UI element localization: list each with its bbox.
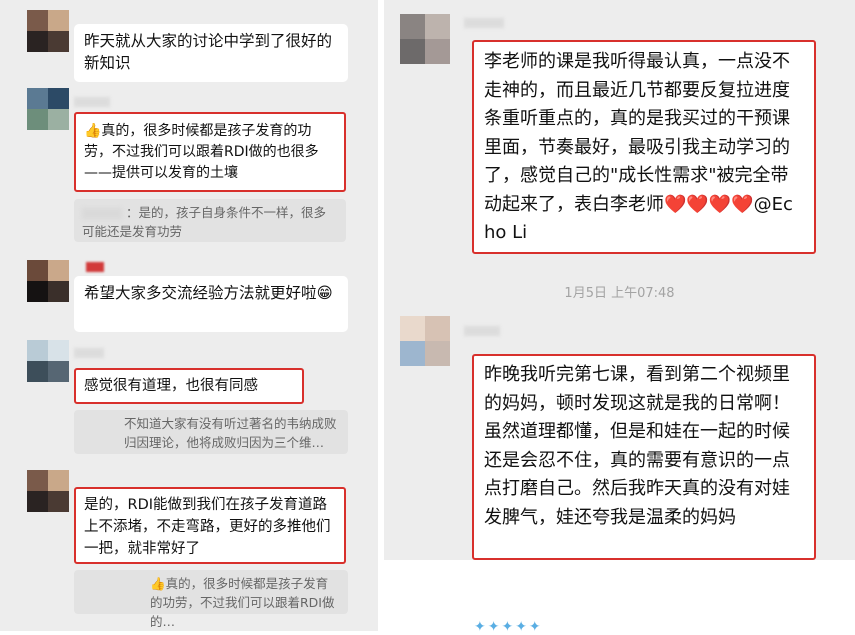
avatar[interactable] xyxy=(27,260,69,302)
sender-name-blurred xyxy=(74,348,104,358)
avatar[interactable] xyxy=(400,14,450,64)
quote-text: 👍真的，很多时候都是孩子发育的功劳，不过我们可以跟着RDI做的… xyxy=(150,576,335,629)
chat-bubble-highlighted[interactable]: 是的，RDI能做到我们在孩子发育道路上不添堵，不走弯路，更好的多推他们一把，就非… xyxy=(74,487,346,564)
message-text: 李老师的课是我听得最认真，一点没不走神的，而且最近几节都要反复拉进度条重听重点的… xyxy=(484,51,793,243)
chat-bubble-highlighted[interactable]: 👍真的，很多时候都是孩子发育的功劳，不过我们可以跟着RDI做的也很多——提供可以… xyxy=(74,112,346,192)
avatar[interactable] xyxy=(27,88,69,130)
quoted-reply[interactable]: 👍真的，很多时候都是孩子发育的功劳，不过我们可以跟着RDI做的… xyxy=(74,570,348,629)
quote-text: 不知道大家有没有听过著名的韦纳成败归因理论，他将成败归因为三个维… xyxy=(124,416,337,450)
sender-name-blurred xyxy=(86,262,104,272)
timestamp: 1月5日 上午07:48 xyxy=(564,286,675,301)
quoted-reply[interactable]: ：是的，孩子自身条件不一样，很多可能还是发育功劳 xyxy=(74,199,346,242)
message-text: 👍真的，很多时候都是孩子发育的功劳，不过我们可以跟着RDI做的也很多——提供可以… xyxy=(84,123,319,181)
message-text: 是的，RDI能做到我们在孩子发育道路上不添堵，不走弯路，更好的多推他们一把，就非… xyxy=(84,497,331,557)
avatar[interactable] xyxy=(27,470,69,512)
decorative-stars: ✦✦✦✦✦ xyxy=(474,619,543,635)
sender-name-blurred xyxy=(464,18,504,28)
left-chat-panel: 昨天就从大家的讨论中学到了很好的新知识 👍真的，很多时候都是孩子发育的功劳，不过… xyxy=(0,0,378,631)
message-text: 感觉很有道理，也很有同感 xyxy=(84,378,258,394)
avatar[interactable] xyxy=(400,316,450,366)
avatar[interactable] xyxy=(27,340,69,382)
quoted-name-blurred xyxy=(82,208,122,219)
avatar[interactable] xyxy=(27,10,69,52)
chat-bubble-highlighted[interactable]: 昨晚我听完第七课，看到第二个视频里的妈妈，顿时发现这就是我的日常啊！虽然道理都懂… xyxy=(472,354,816,560)
message-text: 希望大家多交流经验方法就更好啦😁 xyxy=(84,284,333,302)
chat-bubble[interactable]: 希望大家多交流经验方法就更好啦😁 xyxy=(74,276,348,332)
chat-bubble-highlighted[interactable]: 感觉很有道理，也很有同感 xyxy=(74,368,304,404)
chat-bubble-highlighted[interactable]: 李老师的课是我听得最认真，一点没不走神的，而且最近几节都要反复拉进度条重听重点的… xyxy=(472,40,816,254)
chat-bubble[interactable]: 昨天就从大家的讨论中学到了很好的新知识 xyxy=(74,24,348,82)
right-chat-panel: 李老师的课是我听得最认真，一点没不走神的，而且最近几节都要反复拉进度条重听重点的… xyxy=(384,0,855,560)
sender-name-blurred xyxy=(464,326,500,336)
sender-name-blurred xyxy=(74,97,110,107)
quoted-reply[interactable]: 不知道大家有没有听过著名的韦纳成败归因理论，他将成败归因为三个维… xyxy=(74,410,348,454)
message-text: 昨晚我听完第七课，看到第二个视频里的妈妈，顿时发现这就是我的日常啊！虽然道理都懂… xyxy=(484,364,790,528)
message-text: 昨天就从大家的讨论中学到了很好的新知识 xyxy=(84,32,333,72)
